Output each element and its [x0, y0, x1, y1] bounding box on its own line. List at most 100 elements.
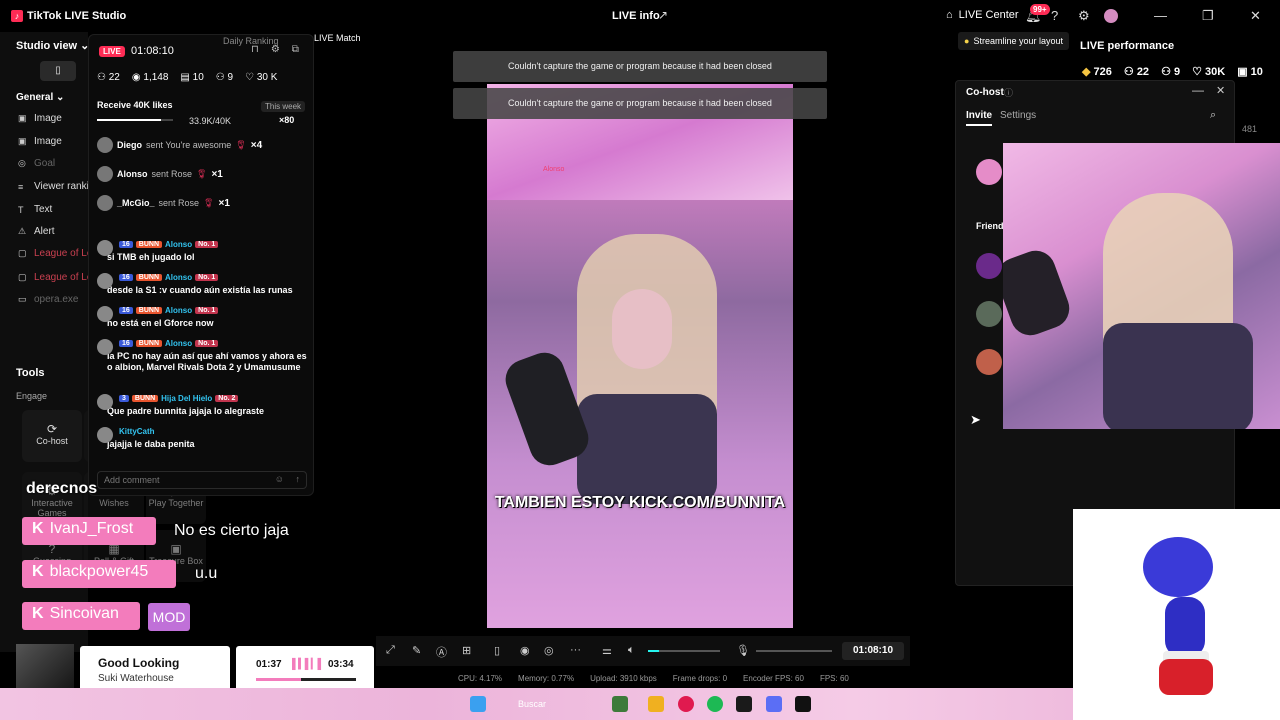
memory-stat: Memory: 0.77%: [518, 674, 575, 683]
gear-icon[interactable]: ⚙: [1078, 8, 1090, 24]
spotify-icon[interactable]: [707, 696, 723, 712]
chat-username[interactable]: Alonso: [165, 339, 192, 348]
kick-banner-text: TAMBIEN ESTOY KICK.COM/BUNNITA: [494, 494, 786, 511]
windows-start-icon[interactable]: [470, 696, 486, 712]
speaker-icon[interactable]: 🔈︎: [628, 644, 635, 657]
shares-stat: ▤ 10: [180, 72, 204, 83]
share-icon[interactable]: ↗: [658, 8, 668, 22]
engage-heading: Engage: [16, 391, 48, 401]
phone-icon: ▯: [55, 65, 61, 76]
song-artist: Suki Waterhouse: [98, 673, 174, 684]
source-item-label: opera.exe: [34, 294, 79, 305]
fan-club-badge: BUNN: [131, 395, 159, 402]
restore-icon[interactable]: ❐: [1202, 8, 1214, 24]
ai-icon[interactable]: Ⓐ: [436, 644, 447, 660]
opera-icon[interactable]: [678, 696, 694, 712]
capture-error-toast: Couldn't capture the game or program bec…: [453, 88, 827, 119]
source-item[interactable]: ▣ Image: [18, 113, 62, 124]
overlay-chat-pill: Kblackpower45: [22, 560, 176, 588]
chat-message[interactable]: 3 BUNN Hija Del Hielo No. 2 Que padre bunnit…: [97, 394, 307, 417]
live-match-label[interactable]: LIVE Match: [314, 33, 361, 43]
fan-club-badge: BUNN: [135, 340, 163, 347]
tab-invite[interactable]: Invite: [966, 110, 993, 126]
overlay-chat-name: Sincoivan: [49, 605, 119, 622]
portrait-view-tab[interactable]: ▯: [40, 61, 76, 81]
source-item-label: Alert: [34, 226, 55, 237]
tool-label: Play Together: [148, 498, 204, 508]
encoder-fps-stat: Encoder FPS: 60: [743, 674, 804, 683]
tiktok-taskbar-icon[interactable]: [795, 696, 811, 712]
rose-icon: 🌹︎: [203, 197, 215, 208]
phone-icon[interactable]: ▯: [494, 644, 500, 657]
live-info-title[interactable]: LIVE info: [612, 10, 660, 22]
gift-count: ×4: [250, 139, 263, 151]
level-badge: 16: [119, 340, 133, 347]
tab-settings[interactable]: Settings: [1000, 110, 1036, 121]
mixer-icon[interactable]: ⚌: [602, 644, 612, 657]
panel-icons[interactable]: ⊓⚙⧉: [251, 44, 311, 55]
general-scene-dropdown[interactable]: General ⌄: [16, 92, 64, 103]
chat-username[interactable]: Alonso: [165, 273, 192, 282]
source-item[interactable]: T Text: [18, 204, 52, 215]
chat-username[interactable]: Alonso: [165, 306, 192, 315]
mic-icon[interactable]: 🎙︎: [736, 644, 750, 657]
add-icon[interactable]: ⊞: [462, 644, 471, 657]
stream-preview[interactable]: Alonso TAMBIEN ESTOY KICK.COM/BUNNITA: [487, 84, 793, 628]
close-icon[interactable]: ✕: [1216, 84, 1225, 97]
source-item[interactable]: ▣ Image: [18, 136, 62, 147]
help-icon[interactable]: ⓘ: [1004, 86, 1013, 99]
chat-message[interactable]: 16 BUNN Alonso No. 1 la PC no hay aún así qu…: [97, 339, 307, 373]
avatar: [97, 427, 113, 443]
game-app-icon[interactable]: [612, 696, 628, 712]
record-icon[interactable]: ◉: [520, 644, 530, 657]
close-icon[interactable]: ✕: [1250, 8, 1261, 24]
chat-username[interactable]: Hija Del Hielo: [161, 394, 212, 403]
overlay-chat-pill: K Sincoivan: [22, 602, 140, 630]
avatar[interactable]: [976, 159, 1002, 185]
chat-message[interactable]: 16 BUNN Alonso No. 1 no está en el Gforce no…: [97, 306, 307, 329]
magic-icon[interactable]: ⤢: [386, 644, 395, 657]
source-item[interactable]: ⚠ Alert: [18, 226, 55, 237]
live-chat-panel: LIVE 01:08:10 Daily Ranking ⊓⚙⧉ ⚇ 22 ◉ 1…: [88, 34, 314, 496]
profile-avatar[interactable]: [1104, 9, 1118, 23]
tool-cohost-button[interactable]: ⟳ Co-host: [22, 410, 82, 462]
source-item[interactable]: ◎ Goal: [18, 158, 55, 169]
gift-sender: Diego: [117, 140, 143, 150]
minimize-icon[interactable]: —: [1192, 83, 1204, 97]
upload-stat: Upload: 3910 kbps: [590, 674, 657, 683]
live-center-button[interactable]: ⌂ LIVE Center: [946, 9, 1019, 21]
avatar[interactable]: [976, 349, 1002, 375]
avatar[interactable]: [976, 301, 1002, 327]
more-icon[interactable]: ···: [570, 644, 581, 656]
taskbar-search[interactable]: Buscar: [518, 699, 546, 709]
chat-message[interactable]: 16 BUNN Alonso No. 1 desde la S1 :v cuando a…: [97, 273, 307, 296]
stats-row: ⚇ 22 ◉ 1,148 ▤ 10 ⚇ 9 ♡ 30 K: [97, 72, 277, 83]
help-icon[interactable]: ?: [1051, 8, 1058, 23]
cohost-icon: ⟳: [46, 422, 58, 436]
search-icon[interactable]: ⌕: [1210, 109, 1216, 122]
chat-text: la PC no hay aún así que ahí vamos y aho…: [107, 351, 307, 372]
source-item[interactable]: ▭ opera.exe: [18, 294, 78, 305]
streamline-layout-button[interactable]: ● Streamline your layout: [958, 32, 1069, 50]
minimize-icon[interactable]: —: [1154, 8, 1167, 23]
folder-icon[interactable]: [648, 696, 664, 712]
comment-input[interactable]: Add comment ☺ ↑: [97, 471, 307, 489]
source-item-label: Image: [34, 136, 62, 147]
overlay-chat-pill: K IvanJ_Frost: [22, 517, 156, 545]
app-icon[interactable]: [736, 696, 752, 712]
chat-message[interactable]: 16 BUNN Alonso No. 1 si TMB eh jugado lol: [97, 240, 307, 263]
camera-icon[interactable]: ◎: [544, 644, 554, 657]
studio-view-dropdown[interactable]: Studio view ⌄: [16, 39, 89, 52]
send-icon[interactable]: ↑: [296, 474, 301, 484]
equalizer-icon: ▌▍▌▎▌: [292, 659, 325, 670]
emoji-icon[interactable]: ☺: [275, 474, 284, 484]
song-title: Good Looking: [98, 656, 180, 670]
mic-slider[interactable]: [756, 650, 832, 652]
avatar[interactable]: [976, 253, 1002, 279]
chat-message[interactable]: KittyCath jajajja le daba penita: [97, 427, 307, 450]
edit-icon[interactable]: ✎: [412, 644, 421, 657]
app-icon[interactable]: [766, 696, 782, 712]
volume-slider[interactable]: [648, 650, 720, 652]
chat-username[interactable]: KittyCath: [119, 427, 155, 436]
chat-username[interactable]: Alonso: [165, 240, 192, 249]
